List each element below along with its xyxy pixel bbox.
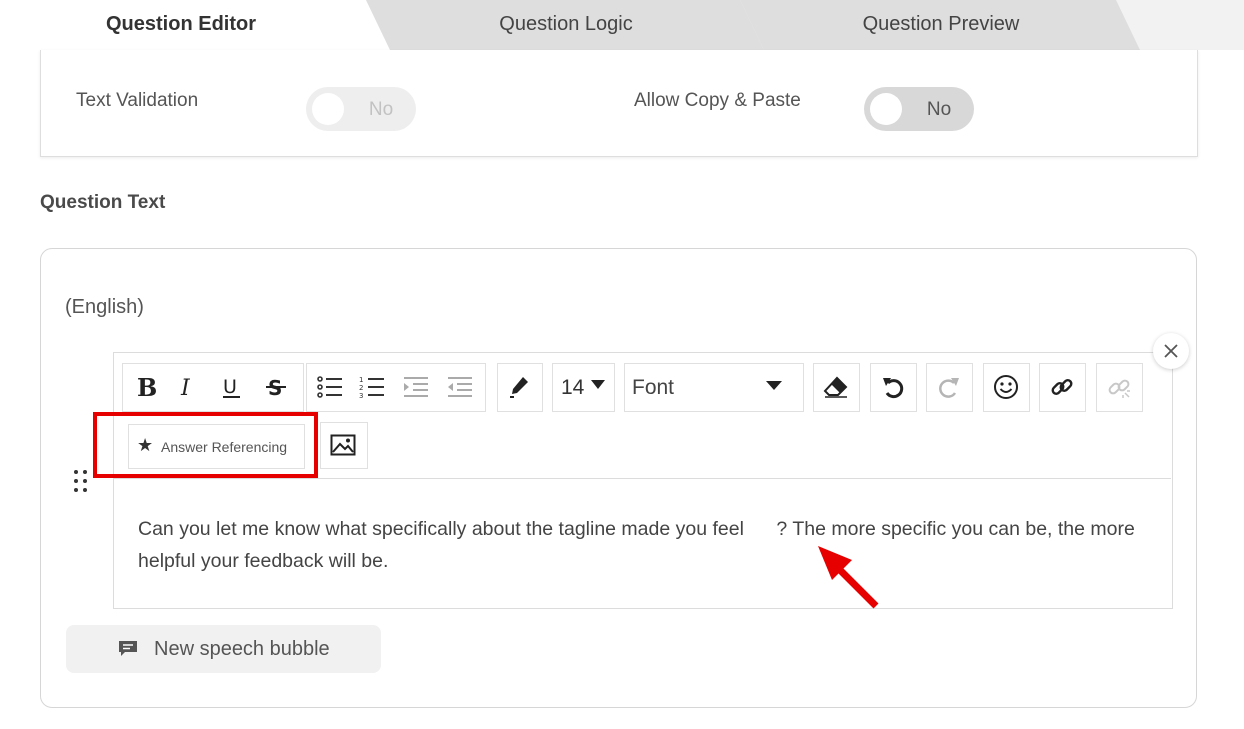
italic-icon[interactable]: I bbox=[170, 366, 204, 408]
svg-text:2: 2 bbox=[359, 384, 363, 392]
indent-icon[interactable] bbox=[397, 366, 435, 408]
toolbar-divider bbox=[113, 478, 1171, 479]
font-size-value: 14 bbox=[561, 376, 585, 399]
dropdown-caret-icon bbox=[590, 377, 606, 393]
bold-icon[interactable]: B bbox=[128, 366, 164, 408]
tab-question-editor[interactable]: Question Editor bbox=[0, 0, 392, 50]
redo-icon[interactable] bbox=[928, 366, 969, 408]
tab-question-logic[interactable]: Question Logic bbox=[366, 0, 766, 50]
eraser-icon[interactable] bbox=[815, 366, 856, 408]
new-speech-bubble-label: New speech bubble bbox=[154, 638, 330, 660]
underline-icon[interactable]: U bbox=[214, 366, 250, 408]
emoji-icon[interactable] bbox=[985, 366, 1026, 408]
drag-handle-icon[interactable] bbox=[72, 470, 92, 494]
highlight-box bbox=[93, 412, 318, 478]
speech-bubble-icon bbox=[119, 641, 137, 656]
close-icon bbox=[1164, 344, 1178, 358]
toggle-knob bbox=[312, 93, 344, 125]
text-validation-toggle[interactable]: No bbox=[306, 87, 416, 131]
question-body-text[interactable]: Can you let me know what specifically ab… bbox=[138, 513, 1148, 577]
svg-text:I: I bbox=[180, 376, 191, 400]
text-validation-label: Text Validation bbox=[76, 90, 199, 111]
settings-card: Text Validation No Allow Copy & Paste No bbox=[40, 50, 1198, 157]
toggle-knob bbox=[870, 93, 902, 125]
tab-label: Question Editor bbox=[106, 13, 256, 35]
question-text-title: Question Text bbox=[40, 192, 166, 213]
tab-label: Question Logic bbox=[499, 13, 633, 35]
unlink-icon[interactable] bbox=[1098, 366, 1139, 408]
new-speech-bubble-button[interactable]: New speech bubble bbox=[66, 625, 381, 673]
language-label: (English) bbox=[65, 296, 144, 318]
link-icon[interactable] bbox=[1041, 366, 1082, 408]
tab-label: Question Preview bbox=[862, 13, 1020, 35]
arrow-pointer-icon bbox=[818, 546, 879, 609]
tab-bar: Question Editor Question Logic Question … bbox=[0, 0, 1244, 50]
close-editor-button[interactable] bbox=[1153, 333, 1189, 369]
allow-copy-paste-label: Allow Copy & Paste bbox=[634, 90, 801, 111]
outdent-icon[interactable] bbox=[441, 366, 479, 408]
toggle-value: No bbox=[926, 99, 952, 120]
svg-text:1: 1 bbox=[359, 376, 363, 384]
font-family-value: Font bbox=[632, 376, 675, 399]
text-color-pen-icon[interactable] bbox=[499, 366, 539, 408]
tab-question-preview[interactable]: Question Preview bbox=[740, 0, 1142, 50]
svg-text:3: 3 bbox=[359, 392, 363, 399]
strikethrough-icon[interactable]: S bbox=[258, 366, 294, 408]
numbered-list-icon[interactable]: 123 bbox=[353, 366, 391, 408]
undo-icon[interactable] bbox=[872, 366, 913, 408]
svg-text:U: U bbox=[223, 376, 237, 398]
dropdown-caret-icon bbox=[765, 378, 783, 394]
image-icon[interactable] bbox=[322, 424, 364, 465]
bulleted-list-icon[interactable] bbox=[311, 366, 349, 408]
allow-copy-paste-toggle[interactable]: No bbox=[864, 87, 974, 131]
toggle-value: No bbox=[368, 99, 394, 120]
svg-text:B: B bbox=[137, 374, 157, 400]
